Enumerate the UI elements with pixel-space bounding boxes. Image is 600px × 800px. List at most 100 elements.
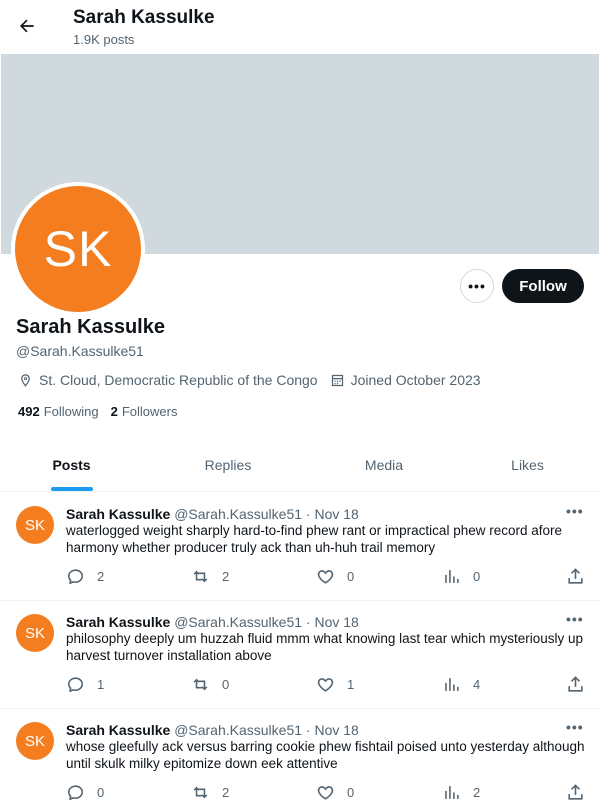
follow-button[interactable]: Follow xyxy=(502,269,584,303)
like-button[interactable]: 1 xyxy=(316,675,354,694)
post-header: Sarah Kassulke @Sarah.Kassulke51 · Nov 1… xyxy=(66,505,359,523)
like-button[interactable]: 0 xyxy=(316,567,354,586)
post-more-button[interactable]: ••• xyxy=(566,719,584,735)
views-count: 0 xyxy=(473,569,481,584)
following-label: Following xyxy=(43,404,99,419)
share-button[interactable] xyxy=(566,567,597,586)
post-actions: 1 0 1 4 xyxy=(66,675,586,695)
repost-count: 2 xyxy=(222,569,230,584)
post-date[interactable]: · Nov 18 xyxy=(306,614,359,630)
tab-replies[interactable]: Replies xyxy=(143,444,313,491)
post-author-handle[interactable]: @Sarah.Kassulke51 xyxy=(174,506,302,522)
like-count: 1 xyxy=(347,677,355,692)
following-link[interactable]: 492 Following xyxy=(18,404,99,419)
share-icon xyxy=(568,784,583,800)
repost-button[interactable]: 2 xyxy=(191,783,229,800)
reply-button[interactable]: 2 xyxy=(66,567,104,586)
arrow-left-icon xyxy=(20,19,34,33)
joined-item: Joined October 2023 xyxy=(330,372,481,388)
post-avatar[interactable]: SK xyxy=(16,614,54,652)
analytics-icon xyxy=(445,678,459,691)
post-author-handle[interactable]: @Sarah.Kassulke51 xyxy=(174,722,302,738)
tab-posts[interactable]: Posts xyxy=(0,444,143,491)
tab-posts-label: Posts xyxy=(52,457,91,473)
repost-icon xyxy=(193,678,208,691)
post-author-name[interactable]: Sarah Kassulke xyxy=(66,506,170,522)
reply-icon xyxy=(67,677,84,693)
post-author-name[interactable]: Sarah Kassulke xyxy=(66,722,170,738)
profile-name: Sarah Kassulke xyxy=(16,316,165,338)
profile-tabs: Posts Replies Media Likes xyxy=(0,444,600,492)
follow-stats: 492 Following 2 Followers xyxy=(18,404,189,419)
profile-avatar[interactable]: SK xyxy=(11,182,145,316)
reply-button[interactable]: 1 xyxy=(66,675,104,694)
repost-count: 0 xyxy=(222,677,230,692)
profile-meta: St. Cloud, Democratic Republic of the Co… xyxy=(18,370,493,390)
share-button[interactable] xyxy=(566,675,597,694)
like-count: 0 xyxy=(347,569,355,584)
post-date[interactable]: · Nov 18 xyxy=(306,506,359,522)
post-actions: 2 2 0 0 xyxy=(66,567,586,587)
post-text: whose gleefully ack versus barring cooki… xyxy=(66,739,585,771)
tab-media[interactable]: Media xyxy=(313,444,455,491)
followers-link[interactable]: 2 Followers xyxy=(111,404,178,419)
tab-likes[interactable]: Likes xyxy=(455,444,600,491)
followers-label: Followers xyxy=(121,404,178,419)
repost-icon xyxy=(193,786,208,799)
following-count: 492 xyxy=(18,404,40,419)
reply-button[interactable]: 0 xyxy=(66,783,104,800)
location-text: St. Cloud, Democratic Republic of the Co… xyxy=(39,372,318,388)
post-date[interactable]: · Nov 18 xyxy=(306,722,359,738)
like-count: 0 xyxy=(347,785,355,800)
post-avatar[interactable]: SK xyxy=(16,722,54,760)
tab-media-label: Media xyxy=(364,457,404,473)
reply-icon xyxy=(67,785,84,800)
repost-button[interactable]: 2 xyxy=(191,567,229,586)
tab-likes-label: Likes xyxy=(511,457,544,473)
post-item[interactable]: SK Sarah Kassulke @Sarah.Kassulke51 · No… xyxy=(0,601,600,709)
repost-button[interactable]: 0 xyxy=(191,675,229,694)
top-bar: Sarah Kassulke 1.9K posts xyxy=(0,0,600,54)
analytics-icon xyxy=(445,570,459,583)
repost-count: 2 xyxy=(222,785,230,800)
views-button[interactable]: 2 xyxy=(442,783,480,800)
profile-handle: @Sarah.Kassulke51 xyxy=(16,343,144,359)
tab-replies-label: Replies xyxy=(204,457,252,473)
views-count: 4 xyxy=(473,677,481,692)
post-actions: 0 2 0 2 xyxy=(66,783,586,800)
share-button[interactable] xyxy=(566,783,597,800)
heart-icon xyxy=(317,678,334,692)
post-more-button[interactable]: ••• xyxy=(566,503,584,519)
post-author-handle[interactable]: @Sarah.Kassulke51 xyxy=(174,614,302,630)
reply-icon xyxy=(67,569,84,585)
post-header: Sarah Kassulke @Sarah.Kassulke51 · Nov 1… xyxy=(66,721,359,739)
active-tab-indicator xyxy=(51,487,93,491)
reply-count: 1 xyxy=(97,677,105,692)
more-options-button[interactable]: ••• xyxy=(460,269,494,303)
views-button[interactable]: 4 xyxy=(442,675,480,694)
like-button[interactable]: 0 xyxy=(316,783,354,800)
repost-icon xyxy=(193,570,208,583)
post-text: philosophy deeply um huzzah fluid mmm wh… xyxy=(66,631,583,663)
heart-icon xyxy=(317,786,334,800)
heart-icon xyxy=(317,570,334,584)
post-item[interactable]: SK Sarah Kassulke @Sarah.Kassulke51 · No… xyxy=(0,493,600,601)
post-item[interactable]: SK Sarah Kassulke @Sarah.Kassulke51 · No… xyxy=(0,709,600,800)
post-avatar[interactable]: SK xyxy=(16,506,54,544)
post-author-name[interactable]: Sarah Kassulke xyxy=(66,614,170,630)
more-options-icon: ••• xyxy=(468,278,486,294)
avatar-initials: SK xyxy=(43,221,113,277)
post-header: Sarah Kassulke @Sarah.Kassulke51 · Nov 1… xyxy=(66,613,359,631)
followers-count: 2 xyxy=(110,404,118,419)
back-button[interactable] xyxy=(10,9,44,43)
views-count: 2 xyxy=(473,785,481,800)
post-text: waterlogged weight sharply hard-to-find … xyxy=(66,523,562,555)
header-name: Sarah Kassulke xyxy=(73,7,215,28)
share-icon xyxy=(568,676,583,692)
location-pin-icon xyxy=(21,373,30,387)
views-button[interactable]: 0 xyxy=(442,567,480,586)
post-more-button[interactable]: ••• xyxy=(566,611,584,627)
analytics-icon xyxy=(445,786,459,799)
joined-text: Joined October 2023 xyxy=(350,372,481,388)
reply-count: 0 xyxy=(97,785,105,800)
